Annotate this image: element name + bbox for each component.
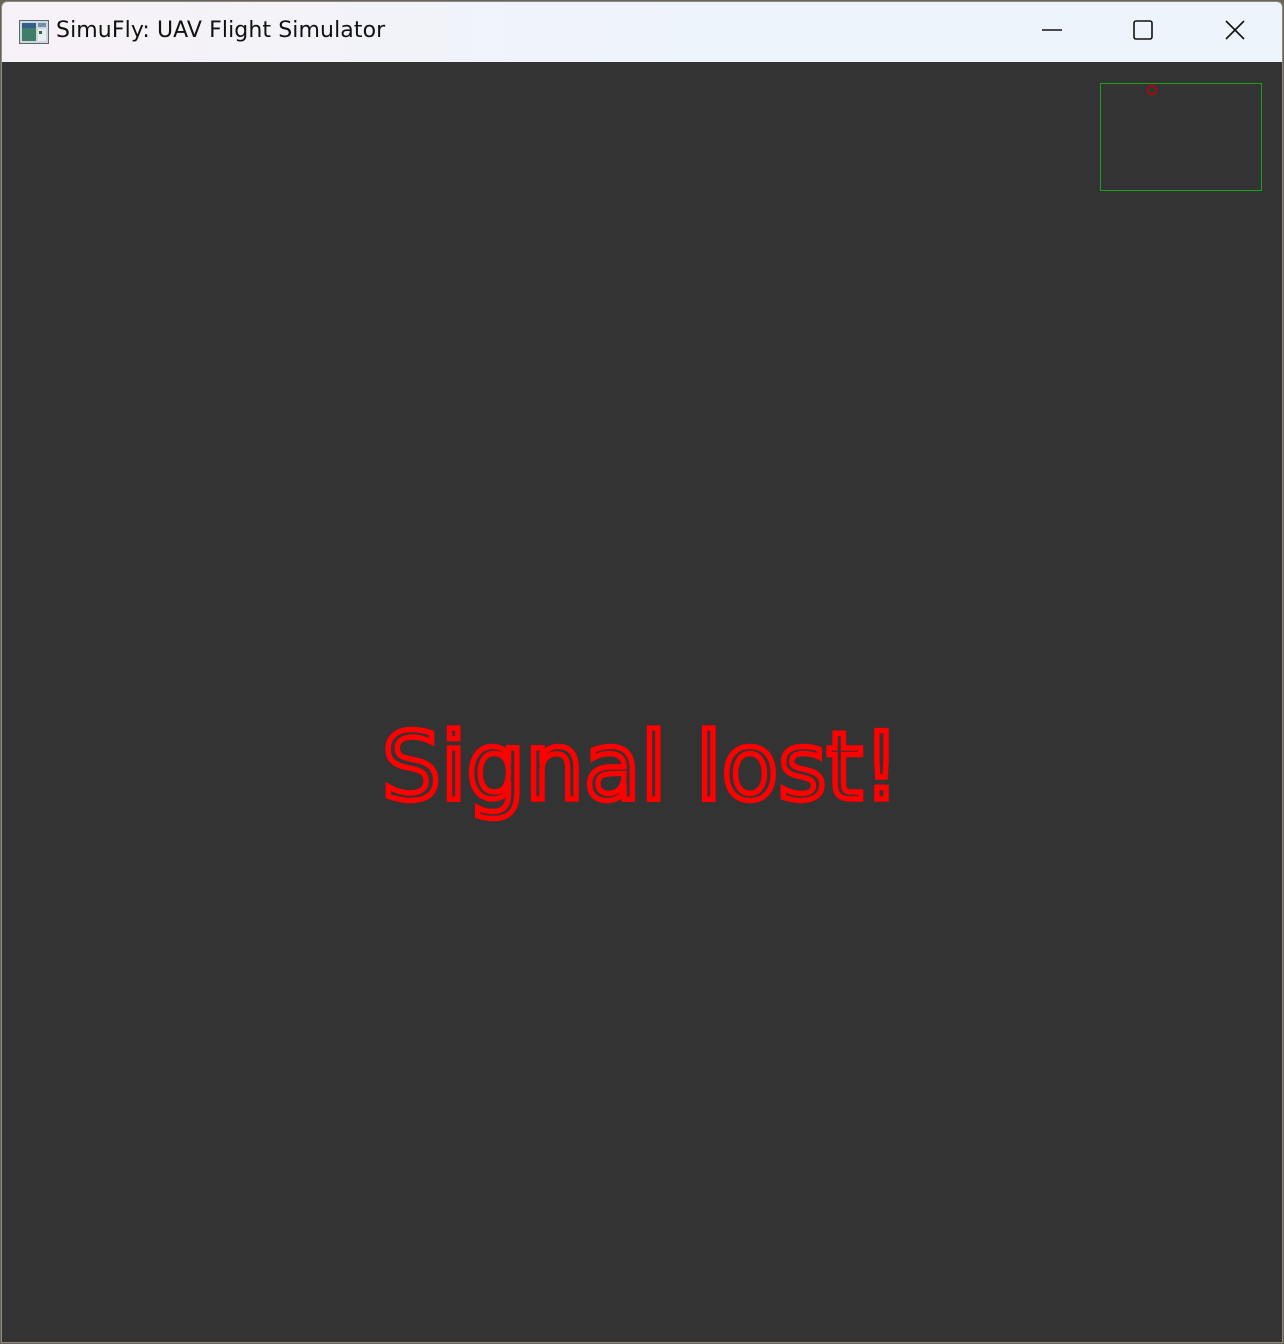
title-bar[interactable]: SimuFly: UAV Flight Simulator bbox=[2, 2, 1282, 62]
signal-lost-text: Signal lost! bbox=[382, 713, 900, 822]
close-button[interactable] bbox=[1189, 2, 1281, 62]
close-icon bbox=[1224, 19, 1246, 45]
signal-lost-message: Signal lost! bbox=[380, 710, 903, 822]
minimize-button[interactable] bbox=[1006, 2, 1098, 62]
simulation-viewport[interactable]: Signal lost! bbox=[2, 62, 1282, 1342]
window-title: SimuFly: UAV Flight Simulator bbox=[56, 18, 386, 43]
minimap bbox=[1100, 83, 1262, 191]
minimize-icon bbox=[1041, 19, 1063, 45]
simulator-window: SimuFly: UAV Flight Simulator Signal los… bbox=[1, 1, 1283, 1343]
app-window-icon bbox=[19, 20, 49, 44]
maximize-button[interactable] bbox=[1097, 2, 1189, 62]
maximize-icon bbox=[1132, 19, 1154, 45]
uav-position-marker-icon bbox=[1146, 81, 1158, 96]
